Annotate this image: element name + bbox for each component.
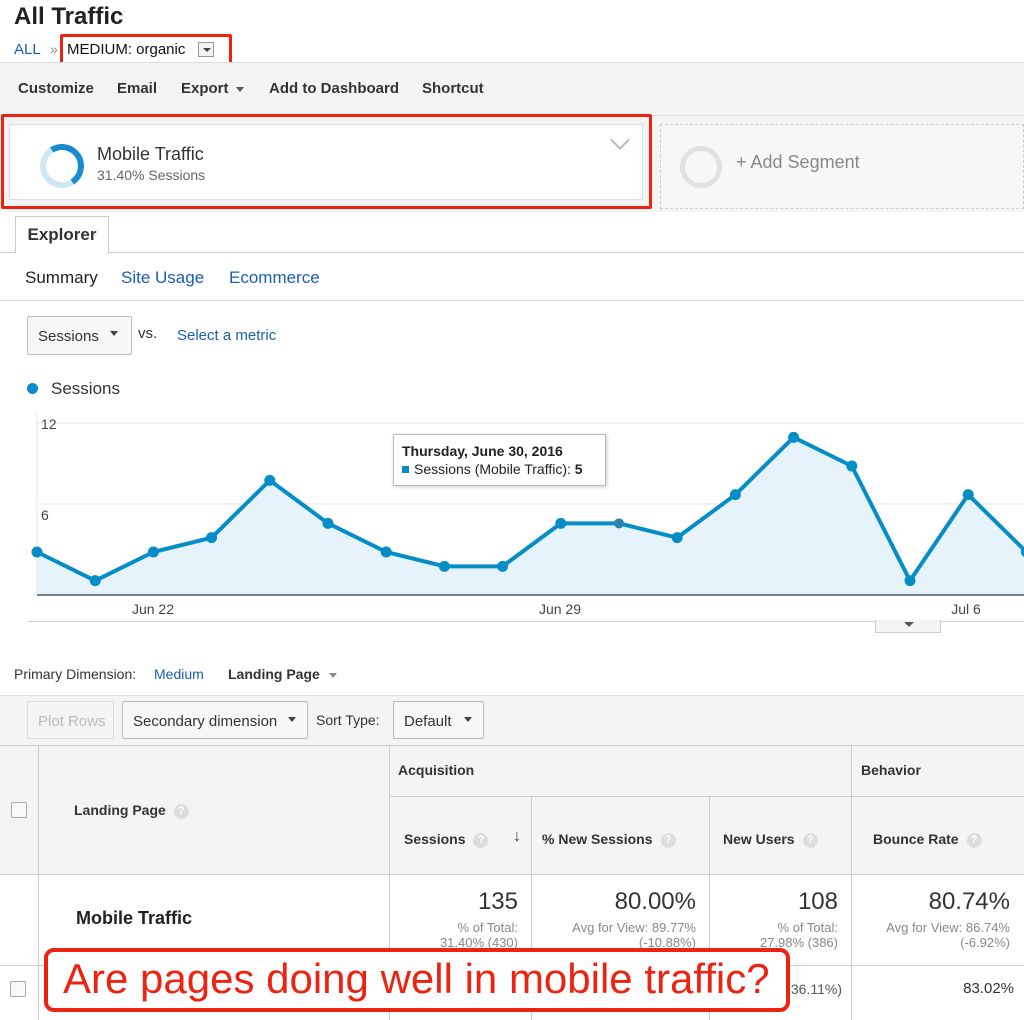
primary-dimension-label: Primary Dimension: (14, 666, 137, 682)
segment-highlight-box (1, 114, 652, 209)
annotation-callout-text: Are pages doing well in mobile traffic? (63, 955, 770, 1002)
subtab-ecommerce[interactable]: Ecommerce (229, 268, 320, 288)
plot-rows-button[interactable]: Plot Rows (27, 701, 114, 739)
data-point[interactable] (322, 517, 334, 529)
vs-label: vs. (138, 325, 158, 342)
chevron-down-icon (329, 673, 337, 678)
data-point[interactable] (788, 431, 800, 443)
sort-descending-icon[interactable]: ↓ (513, 828, 521, 846)
chart-collapse-toggle[interactable] (875, 620, 941, 633)
data-point[interactable] (614, 518, 624, 529)
chevron-down-icon (464, 717, 472, 722)
chart-tooltip (393, 434, 606, 486)
data-point[interactable] (904, 575, 916, 587)
export-button[interactable]: Export (181, 80, 244, 97)
legend-label: Sessions (51, 379, 120, 398)
tooltip-label: Sessions (Mobile Traffic): (414, 461, 571, 477)
col-header-bounce-rate[interactable]: Bounce Rate? (873, 831, 982, 848)
row-checkbox[interactable] (10, 981, 26, 997)
summary-new-users-sub: % of Total: (777, 920, 838, 935)
help-icon[interactable]: ? (473, 832, 489, 848)
data-point[interactable] (147, 546, 159, 558)
col-label: New Users (723, 831, 795, 847)
dimension-landing-page[interactable]: Landing Page (228, 666, 320, 682)
col-label: Landing Page (74, 802, 166, 818)
dimension-medium-link[interactable]: Medium (154, 666, 204, 682)
col-label: Bounce Rate (873, 831, 959, 847)
group-header-behavior: Behavior (861, 762, 921, 778)
y-tick-label: 6 (41, 507, 49, 523)
data-point[interactable] (206, 532, 218, 544)
col-header-sessions[interactable]: Sessions? (404, 831, 489, 848)
group-header-acquisition: Acquisition (398, 762, 475, 778)
x-tick-label: Jun 22 (132, 601, 174, 617)
sort-type-label: Sort Type: (316, 712, 380, 728)
data-point[interactable] (497, 560, 509, 572)
tab-explorer[interactable]: Explorer (15, 216, 109, 253)
data-point[interactable] (31, 546, 43, 558)
customize-button[interactable]: Customize (18, 80, 94, 97)
tooltip-title: Thursday, June 30, 2016 (402, 443, 563, 459)
x-tick-label: Jun 29 (539, 601, 581, 617)
breadcrumb-dropdown-icon[interactable] (198, 42, 214, 57)
subtab-summary[interactable]: Summary (25, 268, 98, 288)
shortcut-button[interactable]: Shortcut (422, 80, 484, 97)
summary-new-sessions-sub: Avg for View: 89.77% (572, 920, 696, 935)
data-point[interactable] (729, 489, 741, 501)
summary-row-name: Mobile Traffic (76, 908, 193, 928)
col-header-landing-page[interactable]: Landing Page? (74, 802, 189, 819)
summary-new-sessions: 80.00% (614, 888, 696, 915)
chevron-down-icon (110, 331, 118, 336)
chevron-down-icon (235, 86, 244, 92)
add-to-dashboard-button[interactable]: Add to Dashboard (269, 80, 399, 97)
summary-new-users: 108 (797, 888, 838, 915)
breadcrumb-separator: » (50, 41, 58, 57)
summary-bounce-rate-sub: (-6.92%) (960, 935, 1010, 950)
col-header-new-sessions[interactable]: % New Sessions? (542, 831, 676, 848)
select-all-checkbox[interactable] (11, 802, 27, 818)
header-group-divider (389, 796, 1024, 797)
y-tick-label: 12 (41, 416, 57, 432)
help-icon[interactable]: ? (660, 832, 676, 848)
data-point[interactable] (89, 575, 101, 587)
data-point[interactable] (846, 460, 858, 472)
summary-sessions-sub: % of Total: (457, 920, 518, 935)
breadcrumb-all-link[interactable]: ALL (14, 41, 41, 58)
summary-sessions: 135 (477, 888, 518, 915)
tooltip-value: 5 (574, 461, 583, 477)
empty-segment-icon (680, 146, 722, 188)
add-segment-label: + Add Segment (736, 152, 860, 172)
data-point[interactable] (380, 546, 392, 558)
export-label: Export (181, 80, 229, 97)
summary-bounce-rate-sub: Avg for View: 86.74% (886, 920, 1010, 935)
help-icon[interactable]: ? (802, 832, 818, 848)
email-button[interactable]: Email (117, 80, 157, 97)
data-point[interactable] (962, 489, 974, 501)
data-point[interactable] (264, 474, 276, 486)
data-point[interactable] (438, 560, 450, 572)
col-label: % New Sessions (542, 831, 653, 847)
summary-bounce-rate: 80.74% (928, 888, 1010, 915)
help-icon[interactable]: ? (173, 803, 189, 819)
row-bounce-rate: 83.02% (963, 980, 1014, 997)
page-title: All Traffic (14, 3, 124, 30)
col-header-new-users[interactable]: New Users? (723, 831, 818, 848)
col-label: Sessions (404, 831, 466, 847)
help-icon[interactable]: ? (966, 832, 982, 848)
data-point[interactable] (671, 532, 683, 544)
column-divider (38, 745, 39, 1020)
legend-dot-icon (27, 383, 38, 394)
select-metric-link[interactable]: Select a metric (177, 327, 276, 344)
data-point[interactable] (555, 517, 567, 529)
secondary-dimension-select[interactable]: Secondary dimension (122, 701, 308, 739)
subtab-site-usage[interactable]: Site Usage (121, 268, 204, 288)
chevron-down-icon (288, 717, 296, 722)
breadcrumb-current: MEDIUM: organic (67, 41, 186, 58)
x-tick-label: Jul 6 (951, 601, 981, 617)
column-divider (851, 745, 852, 1020)
tooltip-series-swatch (402, 466, 409, 473)
tab-divider (0, 252, 1024, 253)
subtab-divider (0, 300, 1024, 301)
tooltip-value-line: Sessions (Mobile Traffic): 5 (414, 461, 583, 477)
